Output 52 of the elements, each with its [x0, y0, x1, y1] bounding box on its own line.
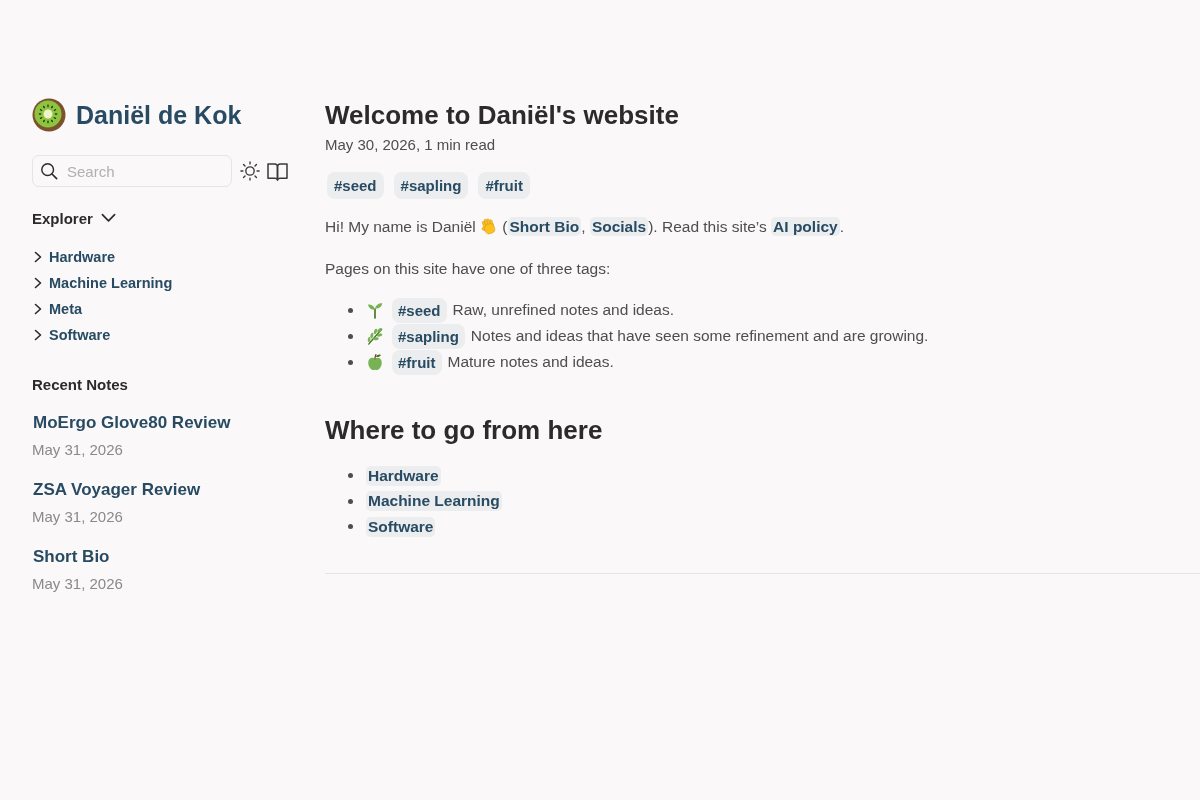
- bullet-icon: [348, 307, 353, 313]
- tag-description: Raw, unrefined notes and ideas.: [452, 301, 674, 319]
- kiwi-icon: [32, 98, 66, 132]
- bullet-icon: [348, 498, 353, 504]
- tag-link[interactable]: #sapling: [392, 323, 465, 349]
- chevron-icon[interactable]: [34, 251, 42, 263]
- book-icon[interactable]: [267, 161, 288, 181]
- note-link[interactable]: ZSA Voyager Review: [32, 479, 201, 501]
- page-link[interactable]: Socials: [589, 217, 649, 236]
- site-title[interactable]: Daniël de Kok: [76, 100, 242, 130]
- note-link[interactable]: Short Bio: [32, 546, 110, 568]
- folder-link[interactable]: Meta: [49, 301, 83, 317]
- bullet-icon: [348, 359, 353, 365]
- chevron-icon[interactable]: [34, 277, 42, 289]
- note-date: May 31, 2026: [32, 507, 123, 527]
- folder-link[interactable]: Hardware: [49, 249, 116, 265]
- tag-link[interactable]: #seed: [327, 172, 384, 199]
- note-date: May 31, 2026: [32, 440, 123, 460]
- explorer-title[interactable]: Explorer: [32, 209, 93, 227]
- search-field[interactable]: Search: [32, 155, 232, 187]
- apple-icon: [366, 353, 384, 371]
- tag-description: Mature notes and ideas.: [447, 353, 614, 371]
- bullet-icon: [348, 524, 353, 530]
- page-link[interactable]: Short Bio: [507, 217, 582, 236]
- bullet-icon: [348, 473, 353, 479]
- chevron-icon[interactable]: [34, 329, 42, 341]
- intro-paragraph: Hi! My name is Daniël (Short Bio, Socials). Read this site’s AI policy.: [325, 216, 845, 238]
- recent-notes-title: Recent Notes: [32, 376, 128, 393]
- page-link[interactable]: Hardware: [366, 465, 441, 486]
- chevron-icon[interactable]: [100, 213, 116, 223]
- bullet-icon: [348, 333, 353, 339]
- paragraph-text: Pages on this site have one of three tags:: [325, 259, 612, 279]
- note-link[interactable]: MoErgo Glove80 Review: [32, 412, 231, 434]
- page-link[interactable]: AI policy: [771, 217, 840, 236]
- herb-icon: [366, 327, 384, 345]
- page-link[interactable]: Machine Learning: [366, 491, 502, 512]
- folder-link[interactable]: Machine Learning: [49, 275, 173, 291]
- article-meta: May 30, 2026, 1 min read: [325, 135, 497, 155]
- page-title: Welcome to Daniël's website: [325, 99, 680, 132]
- tag-link[interactable]: #sapling: [393, 172, 469, 199]
- section-heading: Where to go from here: [325, 414, 604, 447]
- tag-link[interactable]: #seed: [392, 297, 447, 323]
- tag-link[interactable]: #fruit: [478, 172, 530, 199]
- chevron-icon[interactable]: [34, 303, 42, 315]
- folder-link[interactable]: Software: [49, 327, 111, 343]
- note-date: May 31, 2026: [32, 574, 123, 594]
- page-link[interactable]: Software: [366, 516, 436, 537]
- search-icon: [40, 162, 58, 180]
- sun-icon[interactable]: [240, 161, 260, 181]
- tag-link[interactable]: #fruit: [392, 349, 442, 375]
- tag-description: Notes and ideas that have seen some refinement and are growing.: [470, 327, 929, 345]
- seedling-icon: [366, 301, 384, 319]
